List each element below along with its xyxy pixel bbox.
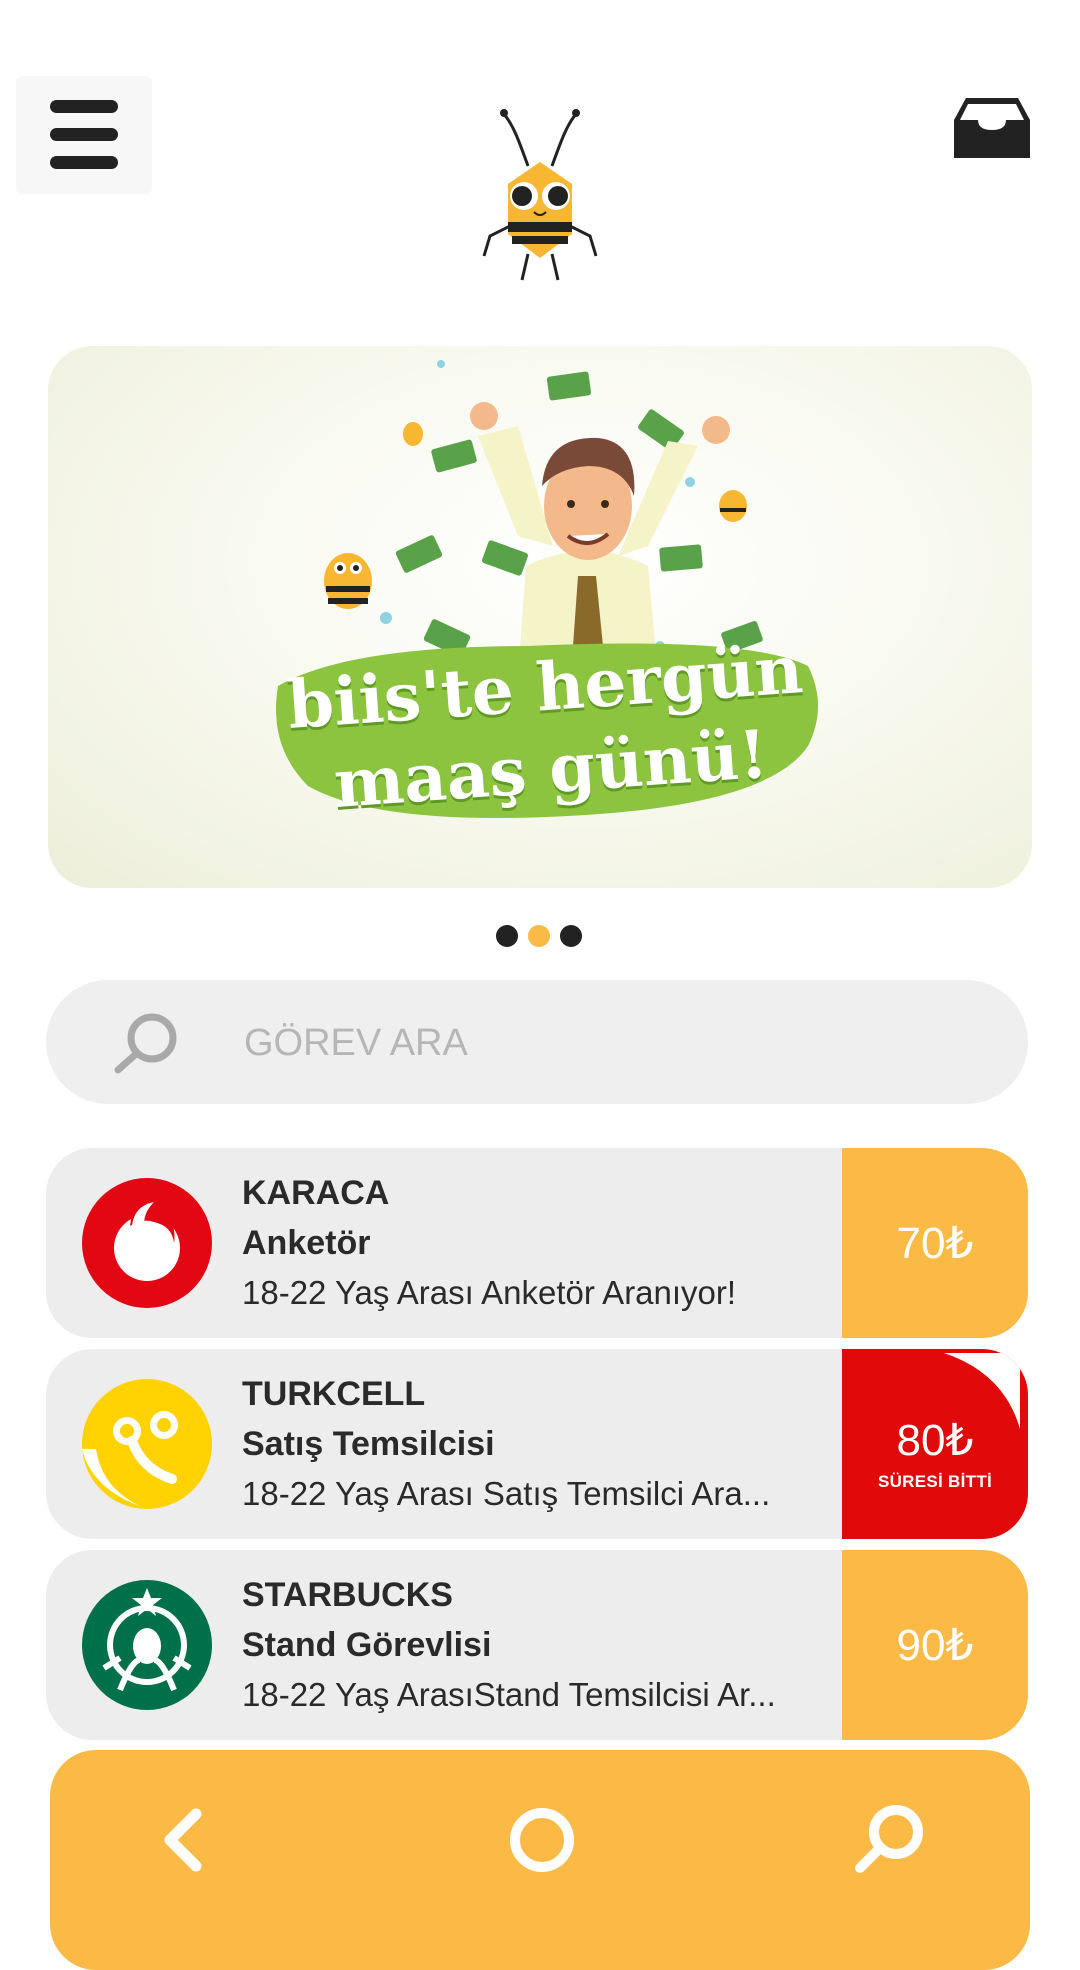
home-circle-icon[interactable]	[502, 1800, 582, 1880]
task-price: 90₺	[896, 1620, 974, 1670]
inbox-tray-icon[interactable]	[954, 96, 1030, 160]
task-search-bar[interactable]	[46, 980, 1028, 1104]
starbucks-logo	[82, 1580, 212, 1710]
task-card[interactable]: STARBUCKS Stand Görevlisi 18-22 Yaş Aras…	[46, 1550, 1028, 1740]
turkcell-logo	[82, 1379, 212, 1509]
task-description: 18-22 Yaş Arası Satış Temsilci Ara...	[242, 1475, 771, 1512]
task-company: STARBUCKS	[242, 1576, 453, 1614]
search-input[interactable]	[242, 1010, 986, 1076]
page-fold-icon	[944, 1353, 1020, 1429]
carousel-dot[interactable]	[560, 925, 582, 947]
task-card[interactable]: TURKCELL Satış Temsilcisi 18-22 Yaş Aras…	[46, 1349, 1028, 1539]
carousel-indicator	[496, 925, 586, 949]
bottom-navigation	[50, 1750, 1030, 1970]
task-company: KARACA	[242, 1174, 390, 1212]
promo-banner[interactable]: biis'te hergün maaş günü!	[48, 346, 1032, 888]
carousel-dot-active[interactable]	[528, 925, 550, 947]
vodafone-logo	[82, 1178, 212, 1308]
task-role: Anketör	[242, 1224, 371, 1262]
task-role: Satış Temsilcisi	[242, 1425, 495, 1463]
back-chevron-icon[interactable]	[146, 1800, 226, 1880]
task-company: TURKCELL	[242, 1375, 426, 1413]
expired-label: SÜRESİ BİTTİ	[877, 1471, 993, 1491]
menu-button[interactable]	[16, 76, 152, 194]
carousel-dot[interactable]	[496, 925, 518, 947]
task-price-badge-expired[interactable]: 80₺ SÜRESİ BİTTİ	[842, 1349, 1028, 1539]
bee-logo-icon	[482, 109, 598, 281]
task-price-badge[interactable]: 90₺	[842, 1550, 1028, 1740]
task-description: 18-22 Yaş ArasıStand Temsilcisi Ar...	[242, 1676, 776, 1713]
hamburger-menu-icon	[50, 100, 118, 113]
task-role: Stand Görevlisi	[242, 1626, 492, 1664]
task-price-badge[interactable]: 70₺	[842, 1148, 1028, 1338]
search-icon	[114, 1013, 177, 1074]
task-price: 70₺	[896, 1218, 974, 1268]
task-card[interactable]: KARACA Anketör 18-22 Yaş Arası Anketör A…	[46, 1148, 1028, 1338]
task-description: 18-22 Yaş Arası Anketör Aranıyor!	[242, 1274, 737, 1311]
search-icon[interactable]	[850, 1800, 930, 1880]
